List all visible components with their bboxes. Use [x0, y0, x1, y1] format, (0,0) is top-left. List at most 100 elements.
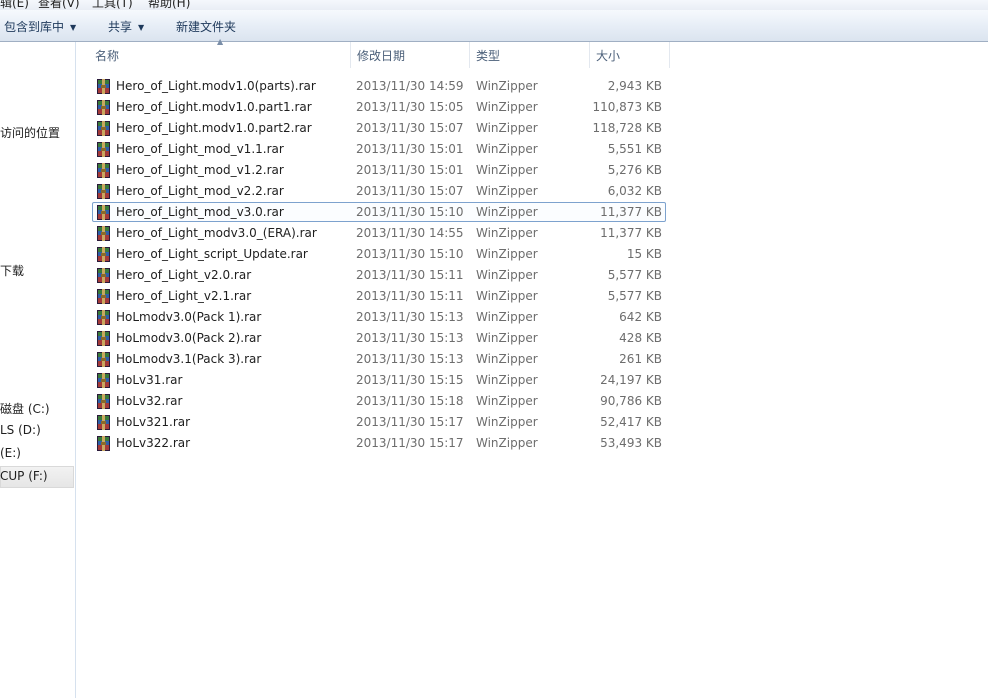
winrar-archive-icon [97, 310, 110, 325]
dropdown-arrow-icon: ▼ [70, 23, 77, 32]
file-name: Hero_of_Light_mod_v3.0.rar [116, 205, 284, 219]
winrar-archive-icon [97, 247, 110, 262]
menu-view[interactable]: 查看(V) [38, 0, 80, 10]
winrar-archive-icon [97, 289, 110, 304]
nav-drive-f[interactable]: CUP (F:) [0, 469, 48, 483]
file-row[interactable]: Hero_of_Light_mod_v2.2.rar 2013/11/30 15:… [92, 181, 672, 202]
nav-downloads[interactable]: 下载 [0, 262, 24, 279]
file-name: Hero_of_Light_v2.1.rar [116, 289, 252, 303]
file-type: WinZipper [476, 121, 538, 135]
file-row[interactable]: Hero_of_Light.modv1.0.part2.rar 2013/11/3… [92, 118, 672, 139]
file-row[interactable]: HoLv322.rar 2013/11/30 15:17 WinZipper 53,4… [92, 433, 672, 454]
file-row[interactable]: Hero_of_Light_modv3.0_(ERA).rar 2013/11/3… [92, 223, 672, 244]
winrar-archive-icon [97, 100, 110, 115]
file-date-modified: 2013/11/30 15:10 [356, 205, 464, 219]
nav-recent-places[interactable]: 访问的位置 [0, 124, 60, 141]
file-type: WinZipper [476, 289, 538, 303]
file-size: 118,728 KB [592, 121, 662, 135]
file-name: HoLv321.rar [116, 415, 191, 429]
file-size: 11,377 KB [600, 226, 662, 240]
winrar-archive-icon [97, 268, 110, 283]
file-row[interactable]: HoLmodv3.0(Pack 2).rar 2013/11/30 15:13 Wi… [92, 328, 672, 349]
file-name: Hero_of_Light_mod_v1.2.rar [116, 163, 284, 177]
file-name: HoLv32.rar [116, 394, 183, 408]
include-in-library-button[interactable]: 包含到库中 ▼ [4, 18, 76, 35]
file-type: WinZipper [476, 352, 538, 366]
file-size: 5,551 KB [607, 142, 662, 156]
menu-edit[interactable]: 辑(E) [0, 0, 29, 10]
column-type[interactable]: 类型 [470, 42, 590, 68]
share-label: 共享 [108, 20, 133, 34]
file-row[interactable]: Hero_of_Light.modv1.0.part1.rar 2013/11/3… [92, 97, 672, 118]
file-size: 110,873 KB [592, 100, 662, 114]
file-type: WinZipper [476, 226, 538, 240]
winrar-archive-icon [97, 205, 110, 220]
file-date-modified: 2013/11/30 15:01 [356, 163, 464, 177]
file-size: 90,786 KB [600, 394, 662, 408]
column-name[interactable]: 名称 [89, 42, 351, 68]
file-type: WinZipper [476, 436, 538, 450]
file-type: WinZipper [476, 247, 538, 261]
file-date-modified: 2013/11/30 15:10 [356, 247, 464, 261]
winrar-archive-icon [97, 226, 110, 241]
winrar-archive-icon [97, 121, 110, 136]
file-row[interactable]: Hero_of_Light_v2.0.rar 2013/11/30 15:11 Wi… [92, 265, 672, 286]
file-name: Hero_of_Light.modv1.0.part1.rar [116, 100, 312, 114]
file-row[interactable]: HoLmodv3.1(Pack 3).rar 2013/11/30 15:13 Wi… [92, 349, 672, 370]
file-name: HoLv31.rar [116, 373, 183, 387]
file-type: WinZipper [476, 394, 538, 408]
file-name: Hero_of_Light_v2.0.rar [116, 268, 252, 282]
nav-drive-c[interactable]: 磁盘 (C:) [0, 400, 50, 417]
file-type: WinZipper [476, 184, 538, 198]
file-type: WinZipper [476, 310, 538, 324]
file-row[interactable]: HoLv31.rar 2013/11/30 15:15 WinZipper 24,19… [92, 370, 672, 391]
file-size: 11,377 KB [600, 205, 662, 219]
column-date-modified[interactable]: 修改日期 [351, 42, 470, 68]
file-date-modified: 2013/11/30 15:11 [356, 268, 464, 282]
file-date-modified: 2013/11/30 15:07 [356, 184, 464, 198]
nav-drive-e[interactable]: (E:) [0, 446, 21, 460]
file-name: Hero_of_Light_modv3.0_(ERA).rar [116, 226, 317, 240]
file-list: Hero_of_Light.modv1.0(parts).rar 2013/11/… [92, 76, 672, 454]
share-button[interactable]: 共享 ▼ [108, 18, 144, 35]
winrar-archive-icon [97, 436, 110, 451]
file-type: WinZipper [476, 142, 538, 156]
winrar-archive-icon [97, 184, 110, 199]
winrar-archive-icon [97, 352, 110, 367]
menu-bar: 辑(E) 查看(V) 工具(T) 帮助(H) [0, 0, 988, 10]
file-row[interactable]: HoLv32.rar 2013/11/30 15:18 WinZipper 90,78… [92, 391, 672, 412]
file-date-modified: 2013/11/30 15:07 [356, 121, 464, 135]
file-row[interactable]: Hero_of_Light_mod_v1.2.rar 2013/11/30 15:… [92, 160, 672, 181]
file-name: Hero_of_Light_mod_v2.2.rar [116, 184, 284, 198]
file-type: WinZipper [476, 79, 538, 93]
winrar-archive-icon [97, 394, 110, 409]
file-type: WinZipper [476, 373, 538, 387]
file-size: 5,577 KB [607, 268, 662, 282]
file-size: 24,197 KB [600, 373, 662, 387]
file-row[interactable]: Hero_of_Light_mod_v3.0.rar 2013/11/30 15:… [92, 202, 672, 223]
navigation-pane: 访问的位置 下载 磁盘 (C:) LS (D:) (E:) CUP (F:) [0, 42, 76, 698]
file-date-modified: 2013/11/30 15:13 [356, 352, 464, 366]
file-name: Hero_of_Light_script_Update.rar [116, 247, 308, 261]
file-date-modified: 2013/11/30 15:13 [356, 331, 464, 345]
file-row[interactable]: Hero_of_Light.modv1.0(parts).rar 2013/11/… [92, 76, 672, 97]
file-date-modified: 2013/11/30 15:17 [356, 436, 464, 450]
file-row[interactable]: Hero_of_Light_v2.1.rar 2013/11/30 15:11 Wi… [92, 286, 672, 307]
new-folder-button[interactable]: 新建文件夹 [176, 18, 236, 35]
nav-drive-d[interactable]: LS (D:) [0, 423, 41, 437]
winrar-archive-icon [97, 331, 110, 346]
file-row[interactable]: Hero_of_Light_script_Update.rar 2013/11/3… [92, 244, 672, 265]
winrar-archive-icon [97, 373, 110, 388]
file-date-modified: 2013/11/30 15:05 [356, 100, 464, 114]
column-size[interactable]: 大小 [590, 42, 670, 68]
file-date-modified: 2013/11/30 14:55 [356, 226, 464, 240]
file-row[interactable]: HoLv321.rar 2013/11/30 15:17 WinZipper 52,4… [92, 412, 672, 433]
file-row[interactable]: Hero_of_Light_mod_v1.1.rar 2013/11/30 15:… [92, 139, 672, 160]
file-type: WinZipper [476, 100, 538, 114]
file-size: 52,417 KB [600, 415, 662, 429]
menu-tools[interactable]: 工具(T) [92, 0, 133, 10]
file-row[interactable]: HoLmodv3.0(Pack 1).rar 2013/11/30 15:13 Wi… [92, 307, 672, 328]
file-size: 261 KB [619, 352, 662, 366]
command-bar: 包含到库中 ▼ 共享 ▼ 新建文件夹 [0, 10, 988, 42]
menu-help[interactable]: 帮助(H) [148, 0, 190, 10]
